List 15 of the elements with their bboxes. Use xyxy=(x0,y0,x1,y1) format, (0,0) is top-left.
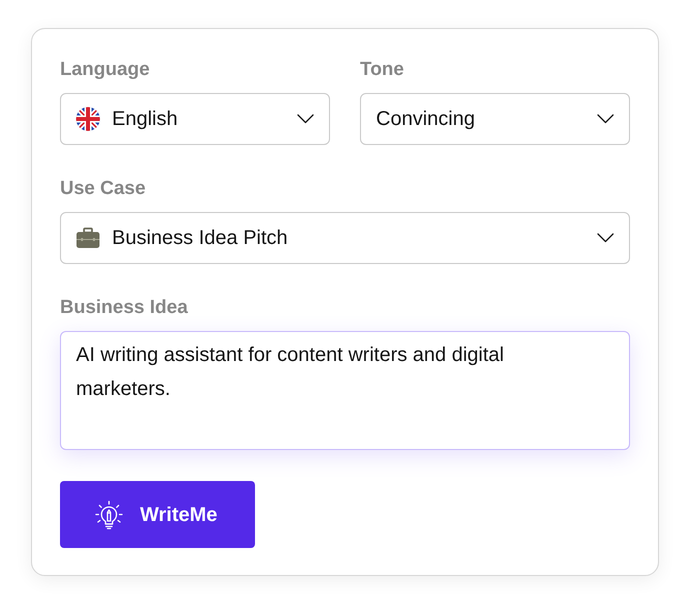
writeme-button[interactable]: WriteMe xyxy=(60,481,255,548)
chevron-down-icon xyxy=(597,114,614,124)
dropdown[interactable]: English xyxy=(60,93,330,145)
chevron-down-icon xyxy=(297,114,314,124)
dropdown[interactable]: Business Idea Pitch xyxy=(60,212,630,264)
business-idea-field[interactable]: AI writing assistant for content writers and digital marketers. xyxy=(60,331,630,450)
flag-icon xyxy=(76,107,100,131)
field-label: Language xyxy=(60,58,150,81)
field-label: Business Idea xyxy=(60,296,188,319)
chevron-down-icon xyxy=(597,233,614,243)
field-label: Tone xyxy=(360,58,404,81)
lightbulb-pencil-icon xyxy=(94,500,124,530)
dropdown[interactable]: Convincing xyxy=(360,93,630,145)
field-label: Use Case xyxy=(60,177,146,200)
briefcase-icon xyxy=(76,226,100,250)
